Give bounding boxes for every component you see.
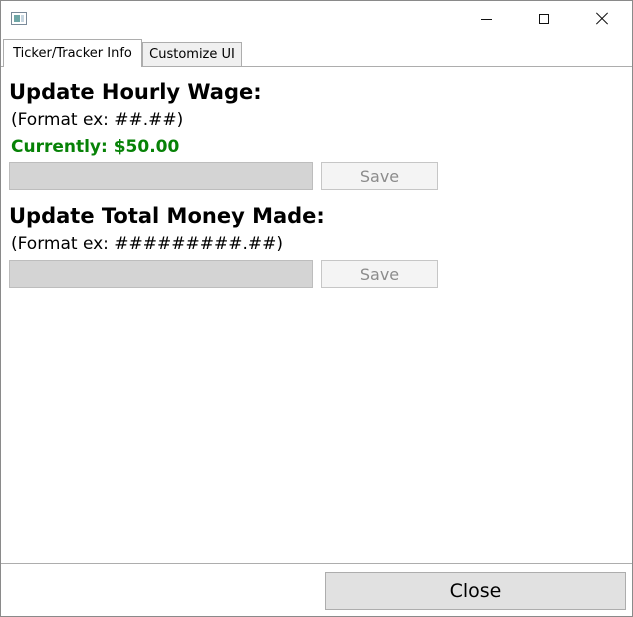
hourly-wage-heading: Update Hourly Wage: bbox=[9, 80, 262, 104]
app-icon-pane-right bbox=[21, 15, 24, 22]
hourly-wage-current-value: Currently: $50.00 bbox=[11, 137, 180, 157]
hourly-wage-input[interactable] bbox=[9, 162, 313, 190]
app-window-icon bbox=[11, 12, 27, 25]
hourly-wage-save-button[interactable]: Save bbox=[321, 162, 438, 190]
close-icon bbox=[595, 12, 609, 26]
minimize-icon bbox=[480, 18, 492, 20]
title-bar[interactable] bbox=[1, 1, 632, 37]
app-icon-pane-left bbox=[14, 15, 20, 22]
maximize-icon bbox=[539, 14, 549, 24]
maximize-button[interactable] bbox=[515, 1, 573, 37]
app-window: Ticker/Tracker Info Customize UI Update … bbox=[0, 0, 633, 617]
minimize-button[interactable] bbox=[457, 1, 515, 37]
tab-ticker-tracker-info[interactable]: Ticker/Tracker Info bbox=[3, 39, 142, 67]
close-button[interactable]: Close bbox=[325, 572, 626, 610]
total-money-save-button[interactable]: Save bbox=[321, 260, 438, 288]
hourly-wage-format-hint: (Format ex: ##.##) bbox=[11, 110, 184, 130]
total-money-heading: Update Total Money Made: bbox=[9, 204, 325, 228]
tab-customize-ui[interactable]: Customize UI bbox=[142, 42, 242, 66]
total-money-input[interactable] bbox=[9, 260, 313, 288]
window-close-button[interactable] bbox=[573, 1, 631, 37]
total-money-format-hint: (Format ex: #########.##) bbox=[11, 234, 284, 254]
